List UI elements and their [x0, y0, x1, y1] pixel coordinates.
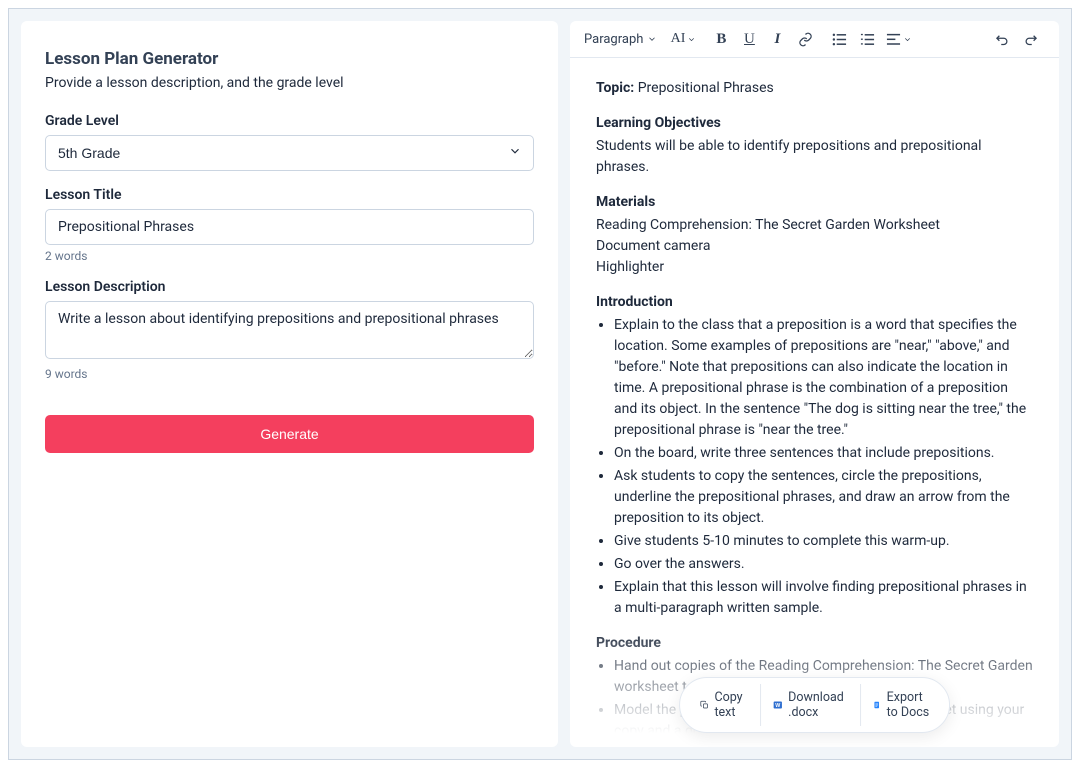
- list-item: Ask students to copy the sentences, circ…: [614, 466, 1033, 529]
- lesson-title-input[interactable]: [45, 209, 534, 245]
- page-title: Lesson Plan Generator: [45, 49, 534, 69]
- objectives-body: Students will be able to identify prepos…: [596, 136, 1033, 178]
- paragraph-style-dropdown[interactable]: Paragraph: [580, 26, 659, 52]
- align-dropdown[interactable]: [882, 26, 916, 52]
- font-size-dropdown[interactable]: AI: [667, 26, 701, 52]
- grade-level-select[interactable]: 5th Grade: [45, 135, 534, 171]
- page-subtitle: Provide a lesson description, and the gr…: [45, 75, 534, 91]
- introduction-list: Explain to the class that a preposition …: [596, 315, 1033, 619]
- italic-button[interactable]: I: [764, 26, 790, 52]
- download-docx-button[interactable]: W Download .docx: [761, 684, 862, 726]
- list-item: Read up to the first semicolon.: [614, 744, 1033, 747]
- topic-value: Prepositional Phrases: [638, 80, 774, 96]
- materials-heading: Materials: [596, 192, 1033, 213]
- lesson-description-label: Lesson Description: [45, 279, 534, 295]
- topic-label: Topic:: [596, 80, 634, 96]
- lesson-description-word-count: 9 words: [45, 367, 534, 381]
- grade-level-label: Grade Level: [45, 113, 534, 129]
- editor-toolbar: Paragraph AI B U I: [570, 21, 1059, 58]
- form-panel: Lesson Plan Generator Provide a lesson d…: [21, 21, 558, 747]
- list-item: Explain to the class that a preposition …: [614, 315, 1033, 441]
- procedure-heading: Procedure: [596, 633, 1033, 654]
- list-item: Go over the answers.: [614, 554, 1033, 575]
- lesson-title-word-count: 2 words: [45, 249, 534, 263]
- bulleted-list-button[interactable]: [826, 26, 852, 52]
- underline-button[interactable]: U: [736, 26, 762, 52]
- lesson-description-input[interactable]: Write a lesson about identifying preposi…: [45, 301, 534, 359]
- undo-button[interactable]: [989, 26, 1015, 52]
- link-button[interactable]: [792, 26, 818, 52]
- introduction-heading: Introduction: [596, 292, 1033, 313]
- list-item: On the board, write three sentences that…: [614, 443, 1033, 464]
- list-item: Give students 5-10 minutes to complete t…: [614, 531, 1033, 552]
- numbered-list-button[interactable]: [854, 26, 880, 52]
- export-docs-button[interactable]: Export to Docs: [861, 684, 941, 726]
- editor-panel: Paragraph AI B U I Topic: Preposi: [570, 21, 1059, 747]
- editor-content[interactable]: Topic: Prepositional Phrases Learning Ob…: [570, 58, 1059, 747]
- redo-button[interactable]: [1017, 26, 1043, 52]
- lesson-title-label: Lesson Title: [45, 187, 534, 203]
- bold-button[interactable]: B: [708, 26, 734, 52]
- list-item: Explain that this lesson will involve fi…: [614, 577, 1033, 619]
- materials-line: Highlighter: [596, 257, 1033, 278]
- objectives-heading: Learning Objectives: [596, 113, 1033, 134]
- materials-line: Reading Comprehension: The Secret Garden…: [596, 215, 1033, 236]
- copy-text-button[interactable]: Copy text: [688, 684, 761, 726]
- materials-line: Document camera: [596, 236, 1033, 257]
- generate-button[interactable]: Generate: [45, 415, 534, 453]
- export-actions-bar: Copy text W Download .docx Export to Doc…: [679, 677, 951, 733]
